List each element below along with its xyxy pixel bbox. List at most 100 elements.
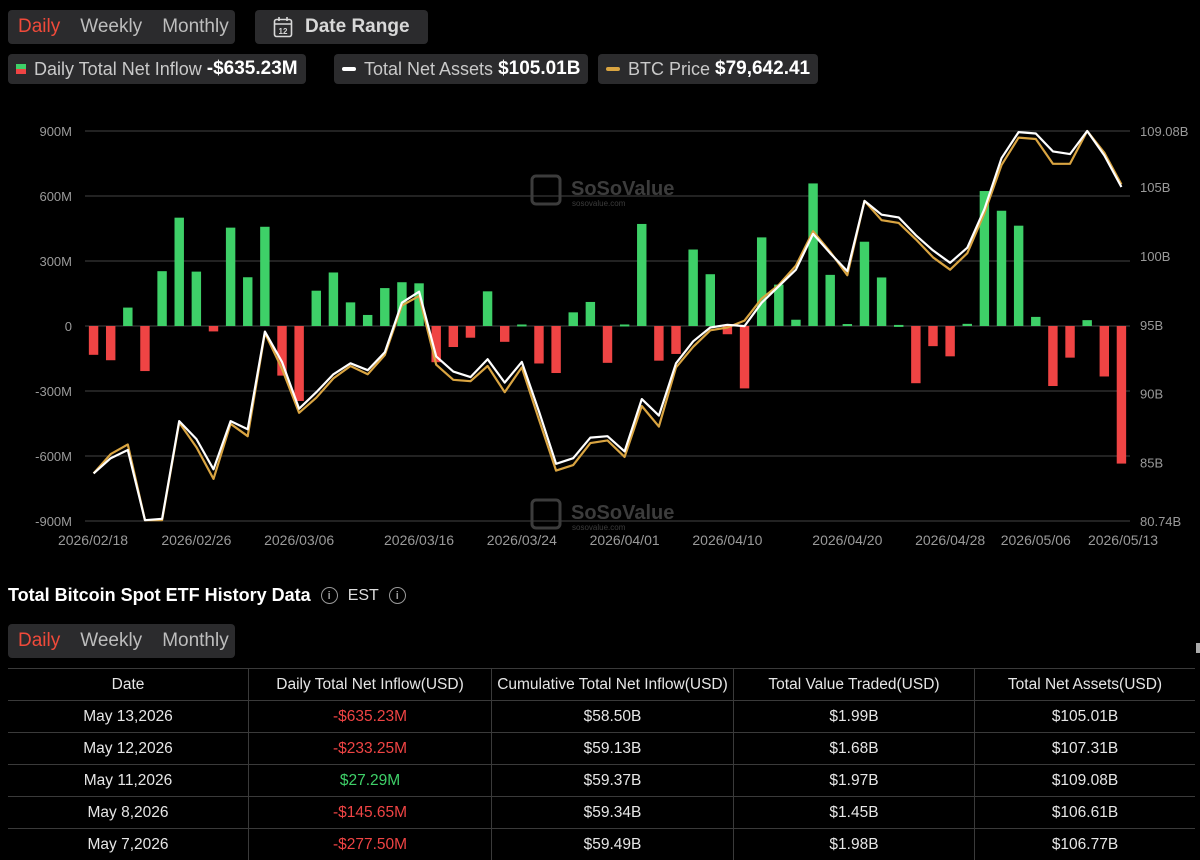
cell-value-traded: $1.98B	[734, 829, 975, 860]
svg-text:SoSoValue: SoSoValue	[571, 178, 674, 200]
inflow-bar	[1082, 320, 1091, 326]
inflow-bar	[757, 237, 766, 326]
cell-net-assets: $106.61B	[975, 797, 1196, 829]
history-section-title: Total Bitcoin Spot ETF History Data i ES…	[8, 585, 406, 606]
inflow-bar	[312, 291, 321, 326]
col-cumulative-inflow[interactable]: Cumulative Total Net Inflow(USD)	[492, 669, 734, 701]
inflow-bar	[620, 324, 629, 326]
inflow-bar	[928, 326, 937, 346]
inflow-bar	[1014, 226, 1023, 326]
inflow-bar	[860, 242, 869, 326]
inflow-bar	[483, 291, 492, 326]
inflow-bar	[740, 326, 749, 388]
y-left-tick-label: -300M	[35, 384, 72, 399]
svg-text:sosovalue.com: sosovalue.com	[572, 523, 626, 532]
inflow-bar	[500, 326, 509, 342]
col-daily-inflow[interactable]: Daily Total Net Inflow(USD)	[249, 669, 492, 701]
cell-daily-inflow: $27.29M	[249, 765, 492, 797]
table-row[interactable]: May 13,2026-$635.23M$58.50B$1.99B$105.01…	[8, 701, 1195, 733]
inflow-bar	[551, 326, 560, 373]
inflow-bar	[534, 326, 543, 363]
history-title: Total Bitcoin Spot ETF History Data	[8, 585, 311, 606]
cell-cumulative: $59.49B	[492, 829, 734, 860]
inflow-bar	[569, 312, 578, 326]
col-net-assets[interactable]: Total Net Assets(USD)	[975, 669, 1196, 701]
cell-daily-inflow: -$233.25M	[249, 733, 492, 765]
history-tab-monthly[interactable]: Monthly	[162, 630, 229, 652]
x-tick-label: 2026/03/06	[264, 532, 334, 548]
x-tick-label: 2026/03/24	[487, 532, 557, 548]
x-tick-label: 2026/05/06	[1001, 532, 1071, 548]
table-row[interactable]: May 8,2026-$145.65M$59.34B$1.45B$106.61B	[8, 797, 1195, 829]
scroll-indicator[interactable]	[1196, 643, 1200, 653]
table-row[interactable]: May 12,2026-$233.25M$59.13B$1.68B$107.31…	[8, 733, 1195, 765]
cell-date: May 12,2026	[8, 733, 249, 765]
y-right-tick-label: 90B	[1140, 387, 1163, 402]
inflow-bar	[175, 218, 184, 326]
inflow-bar	[157, 271, 166, 326]
inflow-bar	[997, 211, 1006, 326]
y-right-tick-label: 95B	[1140, 318, 1163, 333]
inflow-bar	[517, 324, 526, 326]
x-tick-label: 2026/03/16	[384, 532, 454, 548]
inflow-bar	[449, 326, 458, 347]
table-row[interactable]: May 11,2026$27.29M$59.37B$1.97B$109.08B	[8, 765, 1195, 797]
cell-cumulative: $58.50B	[492, 701, 734, 733]
inflow-bar	[963, 324, 972, 326]
cell-value-traded: $1.97B	[734, 765, 975, 797]
y-left-tick-label: -900M	[35, 514, 72, 529]
inflow-bar	[945, 326, 954, 356]
table-header-row: Date Daily Total Net Inflow(USD) Cumulat…	[8, 669, 1195, 701]
cell-date: May 7,2026	[8, 829, 249, 860]
table-row[interactable]: May 7,2026-$277.50M$59.49B$1.98B$106.77B	[8, 829, 1195, 860]
inflow-bar	[808, 183, 817, 326]
history-tab-daily[interactable]: Daily	[18, 630, 60, 652]
y-right-tick-label: 100B	[1140, 249, 1170, 264]
inflow-bar	[637, 224, 646, 326]
cell-value-traded: $1.45B	[734, 797, 975, 829]
info-icon[interactable]: i	[321, 587, 338, 604]
inflow-bar	[586, 302, 595, 326]
timezone-info-icon[interactable]: i	[389, 587, 406, 604]
history-tab-weekly[interactable]: Weekly	[80, 630, 142, 652]
inflow-bar	[688, 250, 697, 326]
cell-net-assets: $107.31B	[975, 733, 1196, 765]
history-table: Date Daily Total Net Inflow(USD) Cumulat…	[8, 668, 1195, 860]
col-date[interactable]: Date	[8, 669, 249, 701]
inflow-bar	[911, 326, 920, 383]
inflow-bar	[1065, 326, 1074, 358]
y-right-tick-label: 80.74B	[1140, 514, 1181, 529]
y-left-tick-label: 300M	[39, 254, 72, 269]
inflow-bar	[329, 272, 338, 326]
inflow-bar	[346, 302, 355, 326]
cell-daily-inflow: -$145.65M	[249, 797, 492, 829]
inflow-bar	[123, 308, 132, 326]
svg-text:SoSoValue: SoSoValue	[571, 502, 674, 524]
inflow-bar	[603, 326, 612, 363]
inflow-bar	[894, 325, 903, 327]
col-value-traded[interactable]: Total Value Traded(USD)	[734, 669, 975, 701]
cell-net-assets: $109.08B	[975, 765, 1196, 797]
inflow-bar	[671, 326, 680, 354]
cell-cumulative: $59.37B	[492, 765, 734, 797]
inflow-bar	[226, 228, 235, 326]
inflow-bar	[380, 288, 389, 326]
cell-value-traded: $1.99B	[734, 701, 975, 733]
x-tick-label: 2026/04/01	[590, 532, 660, 548]
inflow-bar	[654, 326, 663, 361]
cell-value-traded: $1.68B	[734, 733, 975, 765]
y-left-tick-label: -600M	[35, 449, 72, 464]
inflow-bar	[877, 277, 886, 326]
inflow-bar	[192, 272, 201, 326]
x-tick-label: 2026/04/28	[915, 532, 985, 548]
cell-daily-inflow: -$277.50M	[249, 829, 492, 860]
y-left-tick-label: 0	[65, 319, 72, 334]
x-tick-label: 2026/04/10	[692, 532, 762, 548]
cell-cumulative: $59.13B	[492, 733, 734, 765]
cell-date: May 8,2026	[8, 797, 249, 829]
x-tick-label: 2026/04/20	[812, 532, 882, 548]
y-right-tick-label: 85B	[1140, 455, 1163, 470]
svg-text:sosovalue.com: sosovalue.com	[572, 199, 626, 208]
inflow-bar	[843, 324, 852, 326]
y-left-tick-label: 900M	[39, 124, 72, 139]
